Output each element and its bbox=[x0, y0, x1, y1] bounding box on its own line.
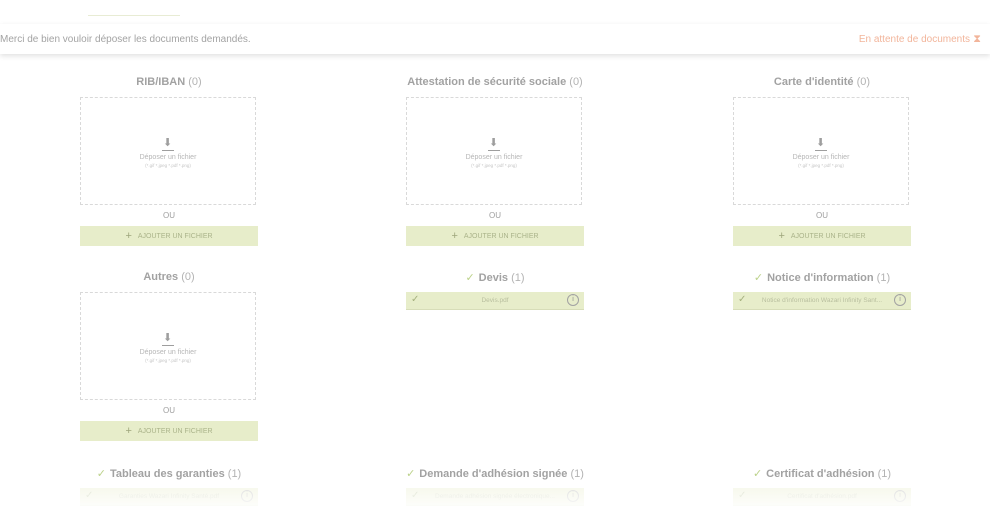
check-icon: ✓ bbox=[738, 490, 747, 501]
uploaded-file-notice[interactable]: ✓ Notice d'information Wazari Infinity S… bbox=[733, 292, 911, 310]
or-label: OU bbox=[816, 211, 828, 220]
section-title-notice: ✓ Notice d'information (1) bbox=[753, 272, 891, 284]
file-name: Devis.pdf bbox=[481, 297, 509, 304]
uploaded-file-devis[interactable]: ✓ Devis.pdf i bbox=[406, 292, 584, 310]
check-icon: ✓ bbox=[411, 490, 420, 501]
drop-formats: (*.gif *.jpeg *.pdf *.png) bbox=[798, 163, 844, 168]
plus-icon: + bbox=[125, 425, 132, 437]
check-icon: ✓ bbox=[96, 468, 106, 480]
uploaded-file-demande-adhesion[interactable]: ✓ Demande adhésion signée électronique..… bbox=[406, 488, 584, 506]
check-icon: ✓ bbox=[753, 272, 764, 284]
dropzone-rib[interactable]: ⬇ Déposer un fichier (*.gif *.jpeg *.pdf… bbox=[80, 97, 256, 205]
check-icon: ✓ bbox=[738, 294, 747, 305]
file-name: Garanties Wazari Infinity Santé.pdf bbox=[118, 493, 220, 500]
info-icon[interactable]: i bbox=[894, 294, 906, 306]
download-icon: ⬇ bbox=[816, 137, 826, 149]
section-title-certificat-adhesion: ✓ Certificat d'adhésion (1) bbox=[752, 468, 892, 480]
add-file-button-rib[interactable]: + AJOUTER UN FICHIER bbox=[80, 226, 258, 246]
drop-formats: (*.gif *.jpeg *.pdf *.png) bbox=[145, 358, 191, 363]
drop-label: Déposer un fichier bbox=[139, 349, 197, 356]
add-file-button-carte-identite[interactable]: + AJOUTER UN FICHIER bbox=[733, 226, 911, 246]
download-icon-base bbox=[162, 150, 174, 151]
download-icon-base bbox=[815, 150, 827, 151]
drop-label: Déposer un fichier bbox=[465, 154, 523, 161]
check-icon: ✓ bbox=[411, 294, 420, 305]
check-icon: ✓ bbox=[465, 272, 475, 284]
file-name: Certificat d'adhésion.pdf bbox=[787, 493, 857, 500]
download-icon: ⬇ bbox=[489, 137, 499, 149]
plus-icon: + bbox=[778, 230, 785, 242]
section-title-securite-sociale: Attestation de sécurité sociale (0) bbox=[407, 76, 583, 88]
download-icon-base bbox=[162, 345, 174, 346]
section-title-tableau-garanties: ✓ Tableau des garanties (1) bbox=[96, 468, 242, 480]
check-icon: ✓ bbox=[752, 468, 763, 480]
add-file-label: AJOUTER UN FICHIER bbox=[790, 232, 866, 240]
or-label: OU bbox=[163, 211, 175, 220]
plus-icon: + bbox=[451, 230, 458, 242]
info-icon[interactable]: i bbox=[567, 490, 579, 502]
info-icon[interactable]: i bbox=[241, 490, 253, 502]
drop-formats: (*.gif *.jpeg *.pdf *.png) bbox=[145, 163, 191, 168]
add-file-label: AJOUTER UN FICHIER bbox=[463, 232, 539, 240]
section-title-carte-identite: Carte d'identité (0) bbox=[773, 76, 871, 88]
add-file-button-autres[interactable]: + AJOUTER UN FICHIER bbox=[80, 421, 258, 441]
dropzone-autres[interactable]: ⬇ Déposer un fichier (*.gif *.jpeg *.pdf… bbox=[80, 292, 256, 400]
check-icon: ✓ bbox=[85, 490, 94, 501]
status-bar: Merci de bien vouloir déposer les docume… bbox=[0, 24, 990, 54]
active-tab-indicator bbox=[88, 15, 180, 16]
info-icon[interactable]: i bbox=[894, 490, 906, 502]
download-icon: ⬇ bbox=[163, 137, 173, 149]
add-file-label: AJOUTER UN FICHIER bbox=[137, 427, 213, 435]
dropzone-securite-sociale[interactable]: ⬇ Déposer un fichier (*.gif *.jpeg *.pdf… bbox=[406, 97, 582, 205]
status-text: En attente de documents bbox=[858, 34, 970, 45]
instruction-message: Merci de bien vouloir déposer les docume… bbox=[0, 34, 251, 45]
section-title-autres: Autres (0) bbox=[143, 271, 195, 283]
drop-label: Déposer un fichier bbox=[792, 154, 850, 161]
file-name: Notice d'information Wazari Infinity San… bbox=[761, 297, 883, 304]
plus-icon: + bbox=[125, 230, 132, 242]
download-icon: ⬇ bbox=[163, 332, 173, 344]
info-icon[interactable]: i bbox=[567, 294, 579, 306]
drop-label: Déposer un fichier bbox=[139, 154, 197, 161]
section-title-rib: RIB/IBAN (0) bbox=[136, 76, 202, 88]
dropzone-carte-identite[interactable]: ⬇ Déposer un fichier (*.gif *.jpeg *.pdf… bbox=[733, 97, 909, 205]
or-label: OU bbox=[163, 406, 175, 415]
check-icon: ✓ bbox=[406, 468, 416, 480]
hourglass-icon: ⧗ bbox=[973, 33, 981, 45]
uploaded-file-certificat-adhesion[interactable]: ✓ Certificat d'adhésion.pdf i bbox=[733, 488, 911, 506]
add-file-label: AJOUTER UN FICHIER bbox=[137, 232, 213, 240]
download-icon-base bbox=[488, 150, 500, 151]
file-name: Demande adhésion signée électronique... bbox=[435, 493, 555, 500]
section-title-demande-adhesion: ✓ Demande d'adhésion signée (1) bbox=[406, 468, 584, 480]
section-title-devis: ✓ Devis (1) bbox=[465, 272, 525, 284]
uploaded-file-tableau-garanties[interactable]: ✓ Garanties Wazari Infinity Santé.pdf i bbox=[80, 488, 258, 506]
drop-formats: (*.gif *.jpeg *.pdf *.png) bbox=[471, 163, 517, 168]
add-file-button-securite-sociale[interactable]: + AJOUTER UN FICHIER bbox=[406, 226, 584, 246]
or-label: OU bbox=[489, 211, 501, 220]
